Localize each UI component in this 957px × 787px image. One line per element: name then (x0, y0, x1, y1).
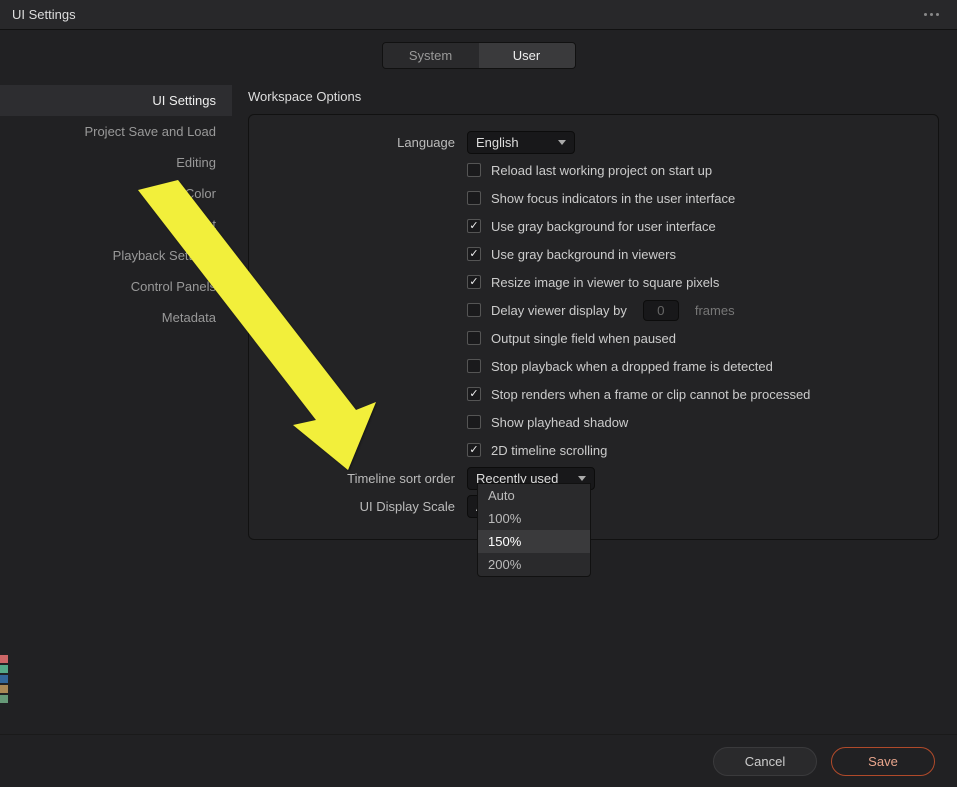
seg-control: System User (382, 42, 576, 69)
delay-unit: frames (695, 303, 735, 318)
ui-scale-dropdown: Auto 100% 150% 200% (477, 483, 591, 577)
checkbox-gray-viewers-label: Use gray background in viewers (491, 247, 676, 262)
chevron-down-icon (558, 140, 566, 145)
checkbox-resize[interactable] (467, 275, 481, 289)
ui-scale-label: UI Display Scale (267, 499, 467, 514)
dropdown-option-auto[interactable]: Auto (478, 484, 590, 507)
language-value: English (476, 135, 519, 150)
section-title: Workspace Options (248, 87, 939, 114)
content: UI Settings Project Save and Load Editin… (0, 79, 957, 734)
dropdown-option-200[interactable]: 200% (478, 553, 590, 576)
checkbox-resize-label: Resize image in viewer to square pixels (491, 275, 719, 290)
checkbox-stop-playback-label: Stop playback when a dropped frame is de… (491, 359, 773, 374)
checkbox-focus-label: Show focus indicators in the user interf… (491, 191, 735, 206)
sidebar-item-playback[interactable]: Playback Settings (0, 240, 232, 271)
save-button[interactable]: Save (831, 747, 935, 776)
checkbox-gray-ui[interactable] (467, 219, 481, 233)
checkbox-output-single-label: Output single field when paused (491, 331, 676, 346)
sidebar-item-ui-settings[interactable]: UI Settings (0, 85, 232, 116)
checkbox-delay-label: Delay viewer display by (491, 303, 627, 318)
checkbox-2d-scroll-label: 2D timeline scrolling (491, 443, 607, 458)
checkbox-stop-playback[interactable] (467, 359, 481, 373)
checkbox-playhead-shadow[interactable] (467, 415, 481, 429)
sidebar-item-metadata[interactable]: Metadata (0, 302, 232, 333)
checkbox-stop-renders-label: Stop renders when a frame or clip cannot… (491, 387, 810, 402)
timeline-sort-label: Timeline sort order (267, 471, 467, 486)
checkbox-stop-renders[interactable] (467, 387, 481, 401)
delay-frames-input[interactable] (643, 300, 679, 321)
dropdown-option-100[interactable]: 100% (478, 507, 590, 530)
sidebar-item-control-panels[interactable]: Control Panels (0, 271, 232, 302)
background-strip (0, 655, 8, 725)
sidebar-item-fairlight[interactable]: Fairlight (0, 209, 232, 240)
workspace-options-panel: Language English Reload last working pro… (248, 114, 939, 540)
chevron-down-icon (578, 476, 586, 481)
dropdown-option-150[interactable]: 150% (478, 530, 590, 553)
sidebar-item-project-save[interactable]: Project Save and Load (0, 116, 232, 147)
checkbox-gray-ui-label: Use gray background for user interface (491, 219, 716, 234)
main-panel: Workspace Options Language English Reloa… (232, 79, 957, 734)
cancel-button[interactable]: Cancel (713, 747, 817, 776)
tab-user[interactable]: User (479, 43, 575, 68)
window-title: UI Settings (12, 7, 918, 22)
checkbox-reload-label: Reload last working project on start up (491, 163, 712, 178)
checkbox-reload[interactable] (467, 163, 481, 177)
sidebar: UI Settings Project Save and Load Editin… (0, 79, 232, 734)
titlebar-menu-button[interactable] (918, 9, 945, 20)
checkbox-delay[interactable] (467, 303, 481, 317)
sidebar-item-editing[interactable]: Editing (0, 147, 232, 178)
checkbox-focus[interactable] (467, 191, 481, 205)
checkbox-playhead-shadow-label: Show playhead shadow (491, 415, 628, 430)
titlebar: UI Settings (0, 0, 957, 30)
checkbox-gray-viewers[interactable] (467, 247, 481, 261)
checkbox-2d-scroll[interactable] (467, 443, 481, 457)
tab-system[interactable]: System (383, 43, 479, 68)
sidebar-item-color[interactable]: Color (0, 178, 232, 209)
footer: Cancel Save (0, 735, 957, 787)
language-select[interactable]: English (467, 131, 575, 154)
checkbox-output-single[interactable] (467, 331, 481, 345)
top-tabs: System User (0, 30, 957, 79)
language-label: Language (267, 135, 467, 150)
